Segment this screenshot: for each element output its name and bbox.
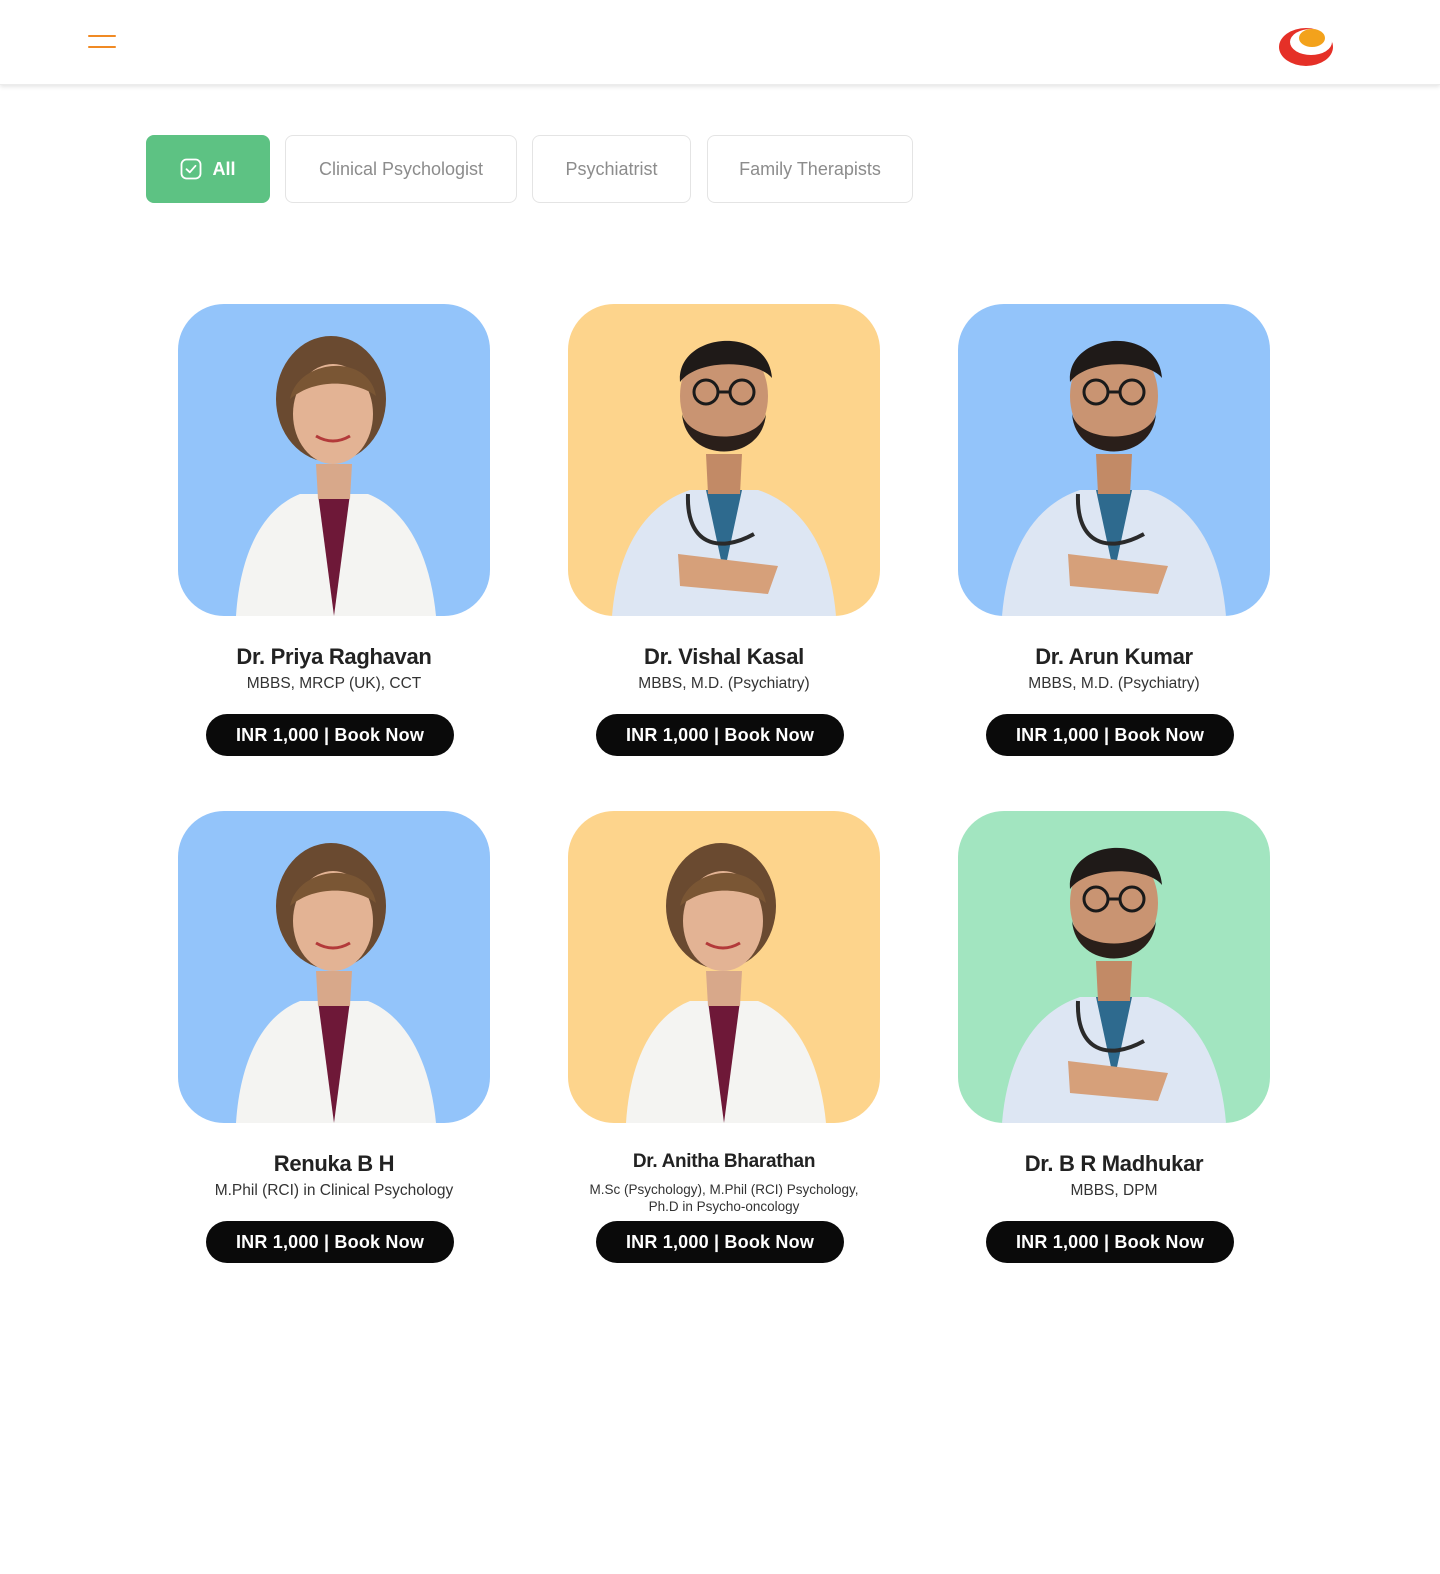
doctor-qualifications: MBBS, MRCP (UK), CCT — [246, 675, 422, 692]
male-doctor-photo-icon — [612, 340, 836, 616]
doctor-photo — [958, 811, 1270, 1123]
doctor-name: Dr. Vishal Kasal — [644, 644, 804, 669]
book-now-button[interactable]: INR 1,000 | Book Now — [596, 1221, 844, 1263]
brand-logo-icon[interactable] — [1278, 20, 1338, 68]
doctor-card: Renuka B H M.Phil (RCI) in Clinical Psyc… — [178, 811, 498, 1271]
doctor-card: Dr. Anitha Bharathan M.Sc (Psychology), … — [568, 811, 888, 1271]
book-now-button[interactable]: INR 1,000 | Book Now — [206, 1221, 454, 1263]
doctor-qualifications: MBBS, M.D. (Psychiatry) — [638, 675, 810, 692]
doctor-card: Dr. B R Madhukar MBBS, DPM INR 1,000 | B… — [958, 811, 1278, 1271]
female-doctor-photo-icon — [626, 843, 826, 1123]
doctor-card: Dr. Vishal Kasal MBBS, M.D. (Psychiatry)… — [568, 304, 888, 764]
book-now-button[interactable]: INR 1,000 | Book Now — [986, 1221, 1234, 1263]
filter-psychiatrist[interactable]: Psychiatrist — [532, 135, 691, 203]
filter-all[interactable]: All — [146, 135, 270, 203]
male-doctor-photo-icon — [1002, 847, 1226, 1123]
female-doctor-photo-icon — [236, 843, 436, 1123]
book-now-button[interactable]: INR 1,000 | Book Now — [206, 714, 454, 756]
doctor-photo — [178, 811, 490, 1123]
hamburger-menu-icon[interactable] — [88, 33, 116, 49]
filter-label: Psychiatrist — [565, 158, 658, 179]
filter-label: Clinical Psychologist — [318, 158, 484, 179]
filter-label: Family Therapists — [739, 158, 881, 179]
doctor-qualifications: M.Sc (Psychology), M.Phil (RCI) Psycholo… — [589, 1182, 859, 1214]
female-doctor-photo-icon — [236, 336, 436, 616]
doctor-qualifications: MBBS, DPM — [1070, 1182, 1158, 1199]
doctor-qualifications: MBBS, M.D. (Psychiatry) — [1028, 675, 1200, 692]
site-header — [0, 0, 1440, 85]
doctor-name: Dr. Arun Kumar — [1035, 644, 1193, 669]
filter-clinical-psychologist[interactable]: Clinical Psychologist — [285, 135, 517, 203]
checkbox-check-icon — [181, 158, 202, 180]
doctor-card: Dr. Priya Raghavan MBBS, MRCP (UK), CCT … — [178, 304, 498, 764]
doctor-name: Dr. Anitha Bharathan — [632, 1151, 816, 1172]
book-now-button[interactable]: INR 1,000 | Book Now — [596, 714, 844, 756]
doctor-name: Renuka B H — [273, 1151, 395, 1176]
doctor-photo — [568, 304, 880, 616]
doctor-qualifications: M.Phil (RCI) in Clinical Psychology — [214, 1182, 454, 1199]
filter-label: All — [212, 158, 236, 179]
book-now-button[interactable]: INR 1,000 | Book Now — [986, 714, 1234, 756]
doctor-card: Dr. Arun Kumar MBBS, M.D. (Psychiatry) I… — [958, 304, 1278, 764]
doctor-name: Dr. Priya Raghavan — [236, 644, 432, 669]
doctor-photo — [568, 811, 880, 1123]
doctor-photo — [178, 304, 490, 616]
doctor-name: Dr. B R Madhukar — [1024, 1151, 1204, 1176]
doctor-photo — [958, 304, 1270, 616]
filter-family-therapists[interactable]: Family Therapists — [707, 135, 913, 203]
male-doctor-photo-icon — [1002, 340, 1226, 616]
